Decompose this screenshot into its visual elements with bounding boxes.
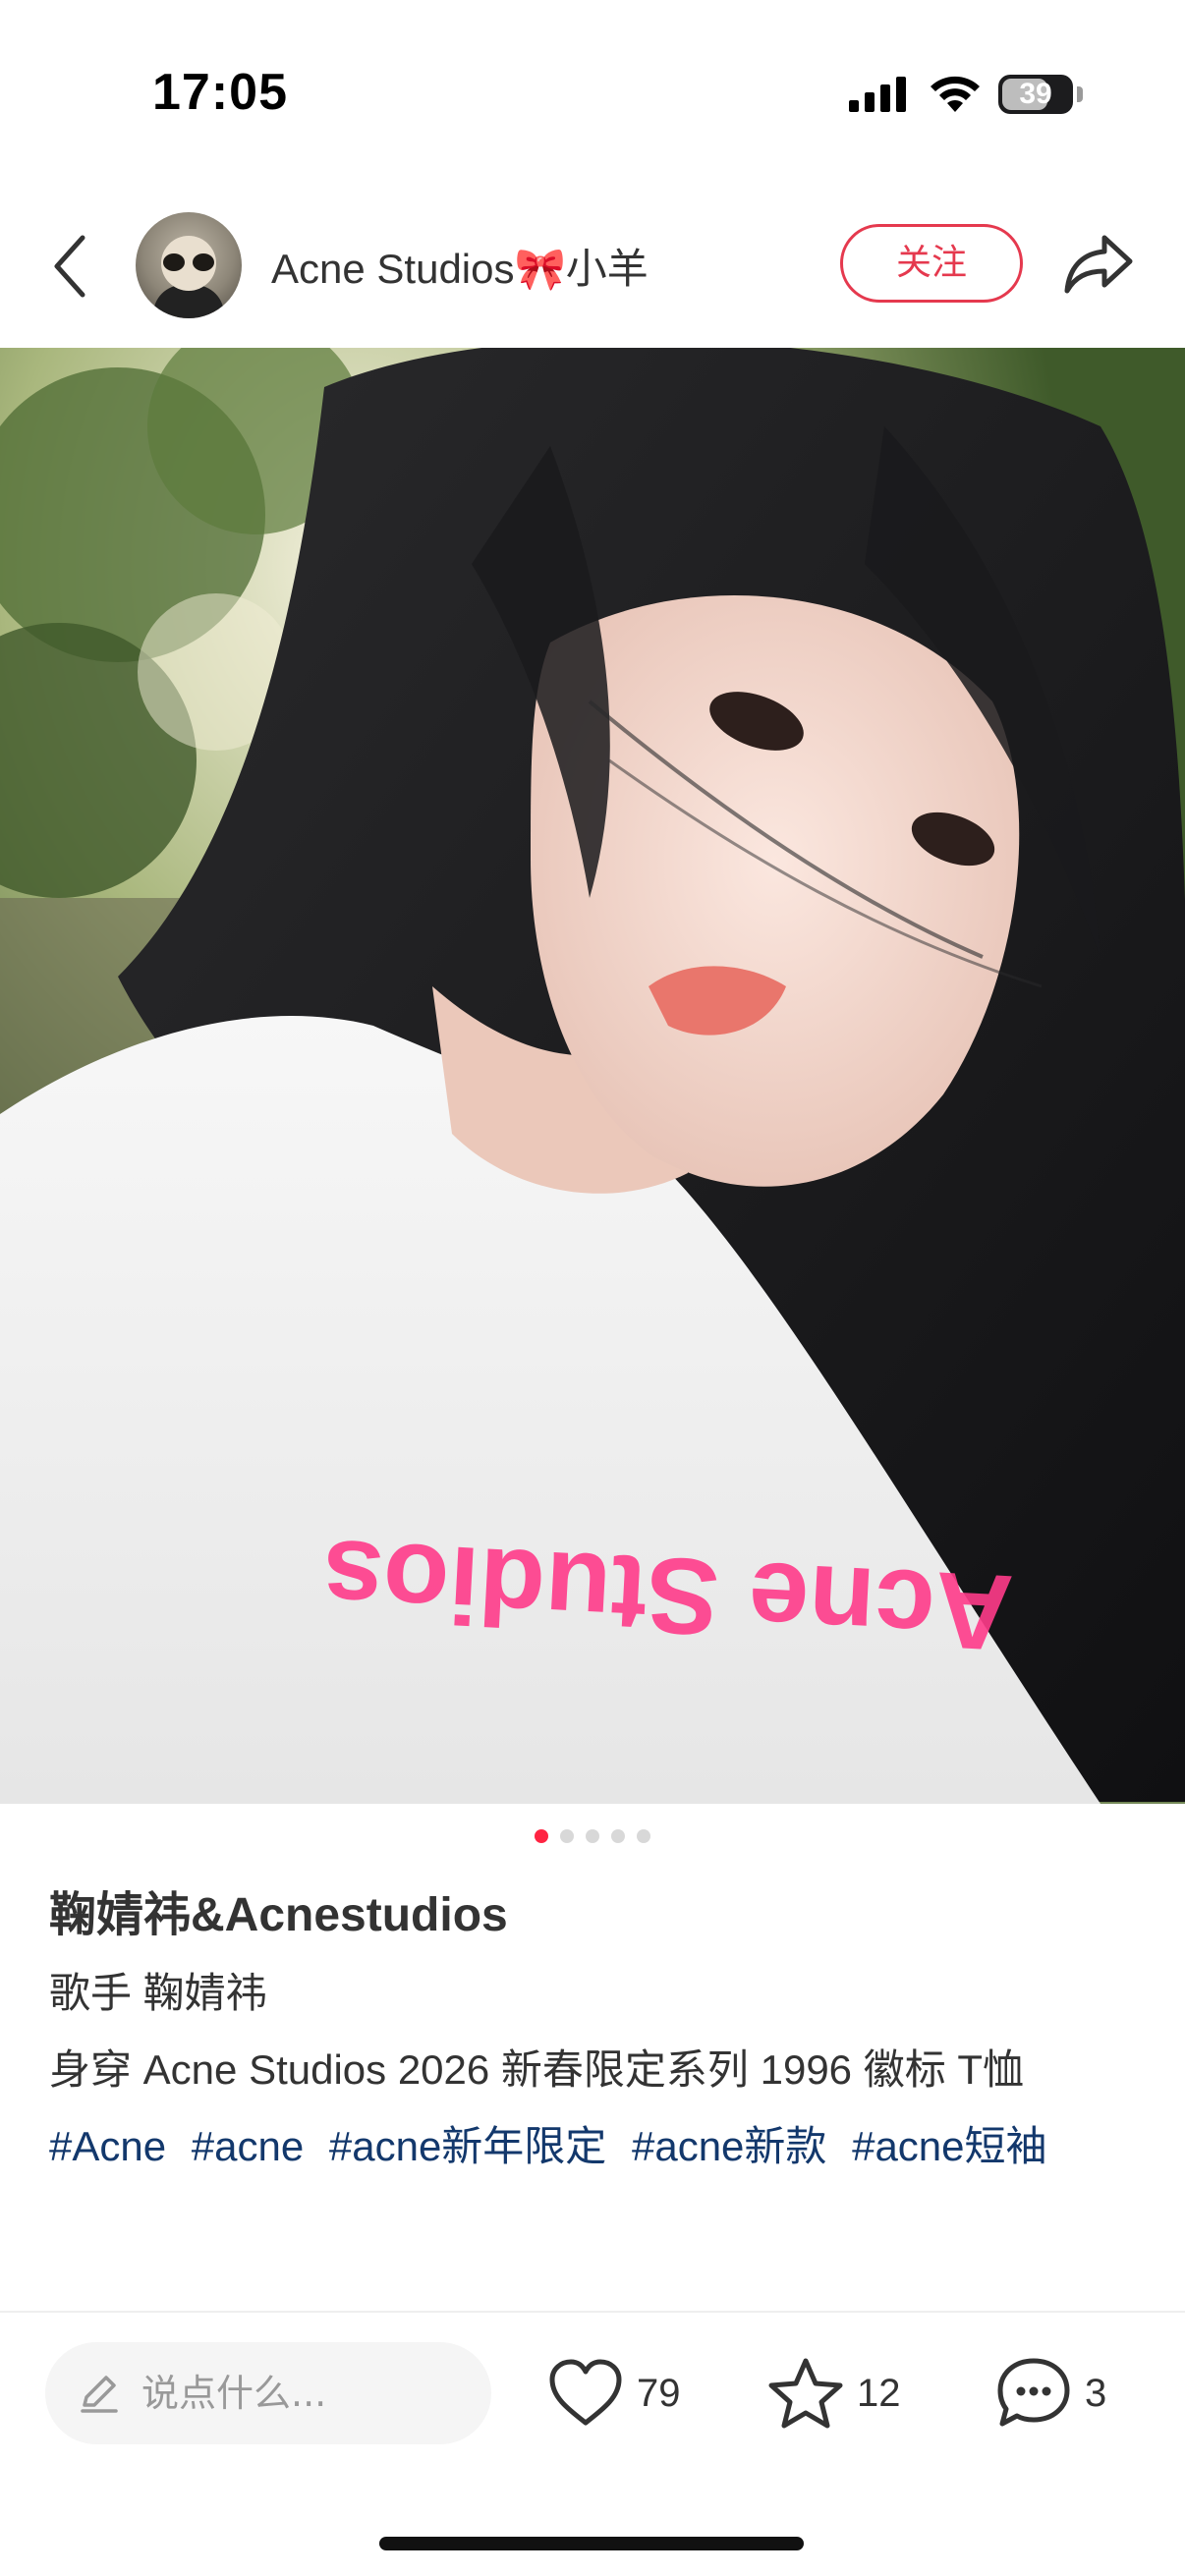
wifi-icon <box>931 76 980 112</box>
post-tags: #Acne #acne #acne新年限定 #acne新款 #acne短袖 <box>49 2108 1140 2185</box>
like-button[interactable]: 79 <box>546 2348 681 2438</box>
page-dot-4 <box>611 1829 625 1843</box>
bottom-divider <box>0 2311 1185 2313</box>
page-dot-1 <box>535 1829 548 1843</box>
battery-icon: 39 <box>998 75 1073 114</box>
post-title: 鞠婧祎&Acnestudios <box>49 1889 508 1941</box>
post-line-1: 歌手 鞠婧祎 <box>49 1970 267 2016</box>
heart-icon <box>549 2359 622 2426</box>
home-indicator[interactable] <box>379 2537 804 2550</box>
tag-link[interactable]: #acne新年限定 <box>329 2123 606 2169</box>
battery-cap <box>1077 86 1083 102</box>
comment-placeholder: 说点什么... <box>141 2372 327 2415</box>
post-header: Acne Studios🎀小羊 关注 <box>0 196 1185 344</box>
page-dot-2 <box>560 1829 574 1843</box>
page-dot-5 <box>637 1829 650 1843</box>
collect-count: 12 <box>857 2371 901 2415</box>
tag-link[interactable]: #acne短袖 <box>852 2123 1046 2169</box>
tag-link[interactable]: #Acne <box>49 2123 166 2169</box>
comment-button[interactable]: 3 <box>994 2348 1106 2438</box>
post-line-2: 身穿 Acne Studios 2026 新春限定系列 1996 徽标 T恤 <box>49 2046 1025 2093</box>
follow-button[interactable]: 关注 <box>840 224 1023 303</box>
author-name[interactable]: Acne Studios🎀小羊 <box>271 236 649 296</box>
cellular-signal-icon <box>849 77 906 112</box>
post-content: 鞠婧祎&Acnestudios 歌手 鞠婧祎 身穿 Acne Studios 2… <box>49 1876 1140 2279</box>
photo-illustration: Acne Studios <box>0 348 1185 1804</box>
star-icon <box>768 2358 843 2429</box>
back-chevron-icon[interactable] <box>51 232 90 301</box>
collect-button[interactable]: 12 <box>766 2348 901 2438</box>
share-icon[interactable] <box>1061 232 1136 297</box>
comment-count: 3 <box>1085 2371 1107 2415</box>
tag-link[interactable]: #acne新款 <box>632 2123 826 2169</box>
status-bar: 17:05 39 <box>0 0 1185 187</box>
tag-link[interactable]: #acne <box>192 2123 304 2169</box>
comment-bubble-icon <box>997 2358 1070 2427</box>
pencil-icon <box>81 2376 118 2413</box>
battery-level: 39 <box>1019 78 1052 110</box>
photo-page-indicator <box>0 1829 1185 1849</box>
like-count: 79 <box>637 2371 681 2415</box>
status-time: 17:05 <box>152 64 288 121</box>
author-avatar[interactable] <box>136 212 242 318</box>
post-photo[interactable]: Acne Studios <box>0 348 1185 1804</box>
comment-input[interactable]: 说点什么... <box>45 2342 491 2444</box>
page-dot-3 <box>586 1829 599 1843</box>
